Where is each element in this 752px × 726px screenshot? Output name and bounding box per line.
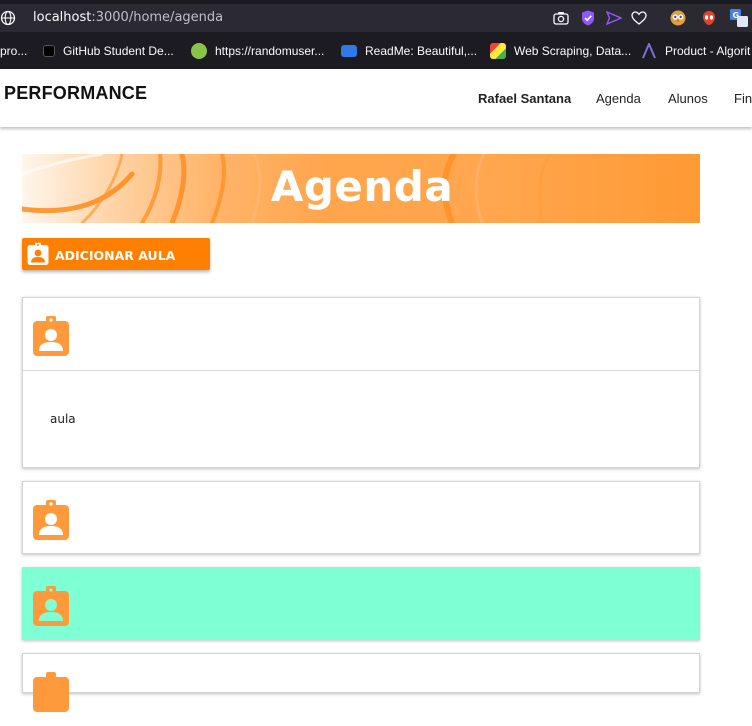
heart-icon[interactable] bbox=[630, 9, 648, 27]
url-host: localhost bbox=[33, 10, 92, 25]
bookmark-label: Product - Algorit bbox=[665, 44, 751, 58]
globe-icon bbox=[0, 10, 16, 26]
contact-badge-icon bbox=[33, 500, 69, 540]
book-icon bbox=[341, 45, 357, 57]
bookmark-item[interactable]: Web Scraping, Data... bbox=[490, 43, 631, 59]
class-card[interactable] bbox=[22, 653, 700, 712]
card-divider bbox=[23, 370, 699, 371]
nav-link-alunos[interactable]: Alunos bbox=[668, 91, 708, 106]
svg-text:G: G bbox=[733, 11, 740, 20]
alien-icon[interactable] bbox=[700, 9, 718, 27]
card-header[interactable] bbox=[23, 654, 699, 726]
camera-icon[interactable] bbox=[552, 9, 570, 27]
algorithm-icon bbox=[641, 41, 657, 59]
bookmark-label: ReadMe: Beautiful,... bbox=[365, 44, 478, 58]
card-header[interactable] bbox=[23, 568, 699, 640]
url-text[interactable]: localhost:3000/home/agenda bbox=[33, 10, 223, 25]
card-header[interactable] bbox=[23, 298, 699, 370]
bookmarks-toolbar: pro... GitHub Student De... https://rand… bbox=[0, 37, 752, 65]
github-icon bbox=[43, 45, 55, 57]
agenda-banner: Agenda bbox=[22, 154, 700, 223]
brand-logo[interactable]: PERFORMANCE bbox=[4, 83, 147, 104]
contact-badge-icon bbox=[33, 316, 69, 356]
scraping-icon bbox=[490, 43, 506, 59]
bookmark-label: GitHub Student De... bbox=[63, 44, 174, 58]
owl-icon[interactable] bbox=[669, 9, 687, 27]
add-class-label: ADICIONAR AULA bbox=[55, 248, 176, 263]
nav-user[interactable]: Rafael Santana bbox=[478, 91, 571, 106]
bookmark-item[interactable]: ReadMe: Beautiful,... bbox=[341, 43, 477, 59]
add-class-button[interactable]: ADICIONAR AULA bbox=[22, 238, 210, 270]
bookmark-label: https://randomuser... bbox=[215, 44, 325, 58]
browser-chrome: localhost:3000/home/agenda G pro... GitH… bbox=[0, 0, 752, 69]
contact-badge-icon bbox=[33, 672, 69, 712]
address-bar[interactable]: localhost:3000/home/agenda G bbox=[0, 4, 752, 32]
translate-icon[interactable]: G bbox=[730, 9, 748, 27]
class-card[interactable]: aula bbox=[22, 297, 700, 468]
bookmark-item[interactable]: Product - Algorit bbox=[641, 41, 751, 59]
bookmark-item[interactable]: GitHub Student De... bbox=[43, 43, 174, 59]
card-header[interactable] bbox=[23, 482, 699, 554]
card-body-text: aula bbox=[50, 412, 76, 426]
contact-badge-icon bbox=[33, 586, 69, 626]
bookmark-label: Web Scraping, Data... bbox=[514, 44, 632, 58]
bookmark-item[interactable]: pro... bbox=[0, 43, 27, 59]
class-card-highlighted[interactable] bbox=[22, 567, 700, 640]
nav-link-agenda[interactable]: Agenda bbox=[596, 91, 641, 106]
randomuser-icon bbox=[191, 43, 207, 59]
bookmark-item[interactable]: https://randomuser... bbox=[191, 43, 324, 59]
class-card[interactable] bbox=[22, 481, 700, 554]
page-title: Agenda bbox=[270, 162, 454, 211]
url-path: :3000/home/agenda bbox=[91, 10, 224, 25]
app-navbar: PERFORMANCE Rafael Santana Agenda Alunos… bbox=[0, 69, 752, 127]
nav-link-financeiro[interactable]: Fina bbox=[734, 91, 752, 106]
send-icon[interactable] bbox=[605, 9, 623, 27]
contact-badge-icon bbox=[26, 242, 50, 266]
bookmark-label: pro... bbox=[0, 44, 28, 58]
shield-icon[interactable] bbox=[579, 9, 597, 27]
